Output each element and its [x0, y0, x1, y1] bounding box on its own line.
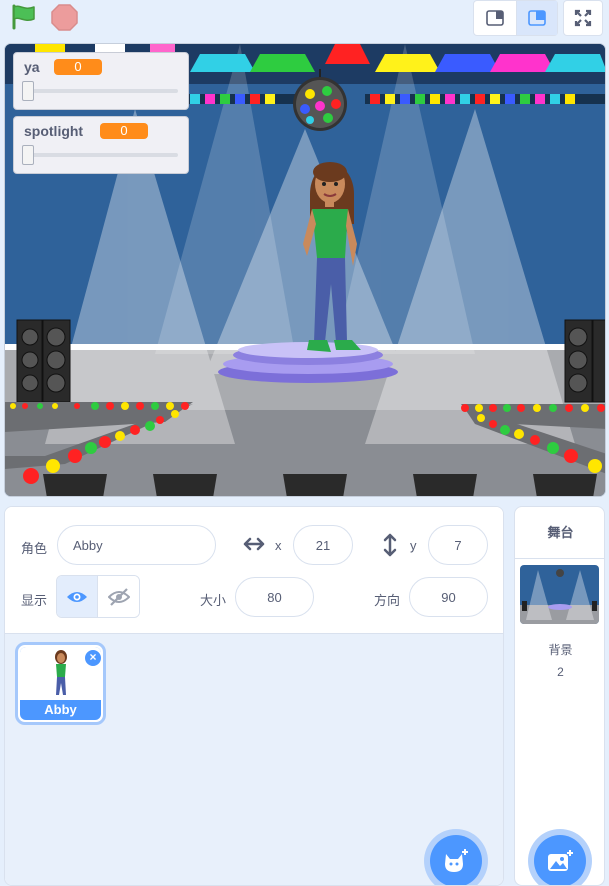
- choose-backdrop-inner: [534, 835, 586, 885]
- normal-stage-button[interactable]: [515, 1, 557, 35]
- eye-icon: [67, 591, 87, 602]
- direction-label: 方向: [374, 593, 401, 608]
- y-position-input[interactable]: 7: [428, 525, 488, 565]
- size-input[interactable]: 80: [235, 577, 314, 617]
- monitor-label: ya: [24, 59, 40, 75]
- y-label: y: [410, 538, 417, 553]
- sprite-label: 角色: [21, 541, 48, 556]
- image-add-icon: [548, 850, 573, 871]
- sprite-tile-name: Abby: [44, 702, 77, 717]
- backdrops-label: 背景: [548, 643, 573, 657]
- monitor-label: spotlight: [24, 123, 84, 139]
- choose-sprite-inner: [430, 835, 482, 885]
- stage-header: [0, 0, 609, 40]
- monitor-value: 0: [54, 59, 102, 75]
- choose-backdrop-button[interactable]: [528, 829, 592, 885]
- monitor-value: 0: [100, 123, 148, 139]
- size-label: 大小: [200, 593, 227, 608]
- cat-add-icon: [445, 849, 468, 872]
- show-label: 显示: [21, 593, 48, 608]
- slider-thumb[interactable]: [22, 81, 34, 101]
- stage-title: 舞台: [515, 507, 604, 559]
- sprite-name-input[interactable]: Abby: [57, 525, 216, 565]
- stage-backdrop: [5, 44, 605, 496]
- variable-monitor-ya[interactable]: ya 0: [13, 52, 189, 110]
- sprite-name-value: Abby: [73, 537, 103, 553]
- slider-track[interactable]: [26, 89, 178, 93]
- eye-slash-icon: [107, 587, 130, 606]
- y-position-value: 7: [454, 537, 462, 553]
- slider-track[interactable]: [26, 153, 178, 157]
- slider-thumb[interactable]: [22, 145, 34, 165]
- speaker-right: [564, 319, 605, 403]
- stop-icon[interactable]: [51, 4, 78, 31]
- backdrop-thumbnail[interactable]: [520, 565, 599, 624]
- green-flag-icon[interactable]: [10, 4, 38, 30]
- hide-button[interactable]: [98, 576, 139, 617]
- x-label: x: [275, 538, 282, 553]
- speaker-left: [16, 319, 71, 403]
- normal-stage-icon: [527, 10, 546, 26]
- sprite-pane: 角色 Abby x 21 y 7 显示 大小 80 方向 90 Abby ×: [4, 506, 504, 886]
- stage-canvas[interactable]: ya 0 spotlight 0: [4, 43, 606, 497]
- x-position-icon: [243, 537, 265, 551]
- backdrop-thumbnail-image: [520, 565, 599, 624]
- sprite-info: 角色 Abby x 21 y 7 显示 大小 80 方向 90: [5, 507, 503, 634]
- backdrop-count: 2: [557, 665, 564, 679]
- show-button[interactable]: [57, 576, 99, 617]
- x-position-value: 21: [315, 537, 331, 553]
- small-stage-button[interactable]: [474, 1, 516, 35]
- stage-size-toggle: [473, 0, 558, 36]
- x-position-input[interactable]: 21: [293, 525, 353, 565]
- small-stage-icon: [485, 10, 504, 26]
- variable-monitor-spotlight[interactable]: spotlight 0: [13, 116, 189, 174]
- size-value: 80: [267, 589, 282, 605]
- fullscreen-button[interactable]: [563, 0, 603, 36]
- choose-sprite-button[interactable]: [424, 829, 488, 885]
- direction-value: 90: [441, 589, 456, 605]
- direction-input[interactable]: 90: [409, 577, 488, 617]
- visibility-toggle: [56, 575, 140, 618]
- fullscreen-icon: [574, 9, 592, 27]
- sprite-tile-abby[interactable]: Abby ×: [15, 642, 106, 725]
- delete-sprite-button[interactable]: ×: [84, 649, 102, 667]
- y-position-icon: [383, 533, 397, 557]
- stage-selector[interactable]: 舞台 背景 2: [514, 506, 605, 886]
